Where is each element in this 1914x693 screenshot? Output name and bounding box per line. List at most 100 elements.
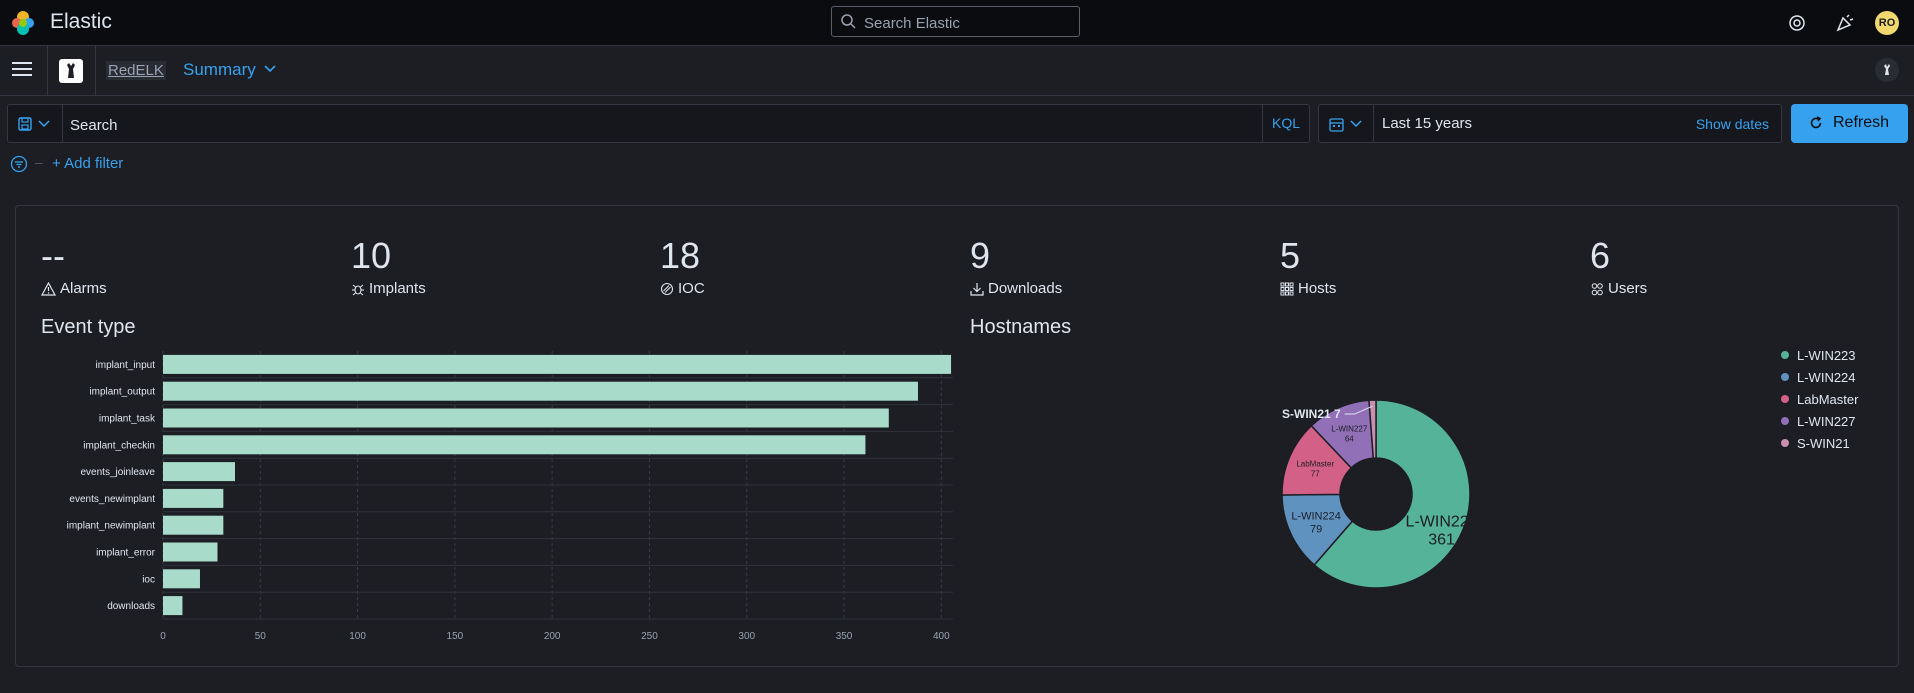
legend-item[interactable]: S-WIN21 bbox=[1781, 432, 1858, 454]
metric-users: 6 Users bbox=[1590, 235, 1647, 298]
slice-label: L-WIN224 bbox=[1291, 511, 1341, 523]
hostnames-legend: L-WIN223 L-WIN224 LabMaster L-WIN227 S-WIN21 bbox=[1781, 344, 1858, 454]
date-picker: Last 15 years Show dates bbox=[1318, 104, 1782, 143]
add-filter-button[interactable]: + Add filter bbox=[52, 155, 123, 172]
legend-item[interactable]: L-WIN223 bbox=[1781, 344, 1858, 366]
metric-label: Implants bbox=[369, 280, 426, 297]
news-icon[interactable] bbox=[1834, 12, 1856, 34]
breadcrumb-summary[interactable]: Summary bbox=[183, 60, 256, 80]
chevron-down-icon[interactable] bbox=[263, 64, 277, 74]
divider bbox=[95, 46, 96, 96]
y-tick-label: implant_output bbox=[89, 387, 155, 398]
slice-value: 77 bbox=[1311, 469, 1320, 478]
legend-swatch bbox=[1781, 439, 1789, 447]
refresh-icon bbox=[1810, 116, 1822, 129]
user-avatar[interactable]: RO bbox=[1875, 11, 1899, 35]
x-tick-label: 400 bbox=[933, 631, 950, 642]
global-search[interactable] bbox=[831, 6, 1080, 37]
bar-events_joinleave[interactable] bbox=[163, 462, 235, 482]
y-tick-label: implant_newimplant bbox=[67, 521, 156, 532]
saved-query-menu[interactable] bbox=[8, 105, 63, 142]
x-tick-label: 150 bbox=[447, 631, 464, 642]
menu-toggle-button[interactable] bbox=[12, 62, 32, 80]
y-tick-label: events_joinleave bbox=[81, 467, 156, 478]
x-tick-label: 350 bbox=[836, 631, 853, 642]
x-tick-label: 100 bbox=[349, 631, 366, 642]
x-tick-label: 250 bbox=[641, 631, 658, 642]
bug-icon bbox=[352, 284, 364, 295]
top-header: Elastic RO bbox=[0, 0, 1914, 46]
legend-item[interactable]: LabMaster bbox=[1781, 388, 1858, 410]
spaces-icon[interactable] bbox=[1875, 58, 1899, 82]
metric-value: 5 bbox=[1280, 235, 1301, 276]
slice-label: L-WIN223 bbox=[1406, 514, 1478, 531]
filter-separator: – bbox=[35, 154, 43, 170]
legend-swatch bbox=[1781, 395, 1789, 403]
legend-label: L-WIN223 bbox=[1797, 347, 1856, 363]
app-home-icon[interactable] bbox=[59, 59, 83, 83]
slice-label: LabMaster bbox=[1296, 459, 1334, 468]
bar-implant_output[interactable] bbox=[163, 381, 918, 401]
legend-label: L-WIN227 bbox=[1797, 413, 1856, 429]
quick-select-button[interactable] bbox=[1319, 105, 1374, 142]
elastic-logo-icon[interactable] bbox=[10, 10, 36, 36]
search-icon bbox=[841, 14, 856, 29]
y-tick-label: ioc bbox=[142, 574, 155, 585]
hostnames-title: Hostnames bbox=[970, 316, 1072, 338]
global-search-input[interactable] bbox=[862, 11, 1076, 35]
metric-label: Alarms bbox=[60, 280, 107, 297]
kql-toggle-button[interactable]: KQL bbox=[1262, 105, 1309, 142]
hostnames-donut-chart: L-WIN223361 L-WIN22479 LabMaster77 L-WIN227… bbox=[1281, 399, 1478, 589]
bar-downloads[interactable] bbox=[163, 596, 183, 616]
legend-item[interactable]: L-WIN227 bbox=[1781, 410, 1858, 432]
filter-menu-icon[interactable] bbox=[10, 155, 28, 173]
event-type-bar-chart: 0 50 100 150 200 250 300 350 400 implant_inputimp… bbox=[67, 351, 953, 642]
x-tick-label: 200 bbox=[544, 631, 561, 642]
refresh-label: Refresh bbox=[1833, 114, 1890, 131]
x-tick-label: 300 bbox=[738, 631, 755, 642]
bar-ioc[interactable] bbox=[163, 569, 200, 589]
legend-label: S-WIN21 bbox=[1797, 435, 1850, 451]
alert-icon bbox=[41, 281, 56, 296]
bar-implant_checkin[interactable] bbox=[163, 435, 866, 455]
legend-label: L-WIN224 bbox=[1797, 369, 1856, 385]
bar-implant_newimplant[interactable] bbox=[163, 515, 224, 535]
time-range-label[interactable]: Last 15 years bbox=[1382, 115, 1472, 132]
breadcrumb-bar: RedELK Summary bbox=[0, 46, 1914, 96]
breadcrumb-redelk[interactable]: RedELK bbox=[106, 61, 166, 80]
y-tick-label: implant_task bbox=[99, 414, 156, 425]
y-tick-label: downloads bbox=[107, 601, 155, 612]
metric-value: 6 bbox=[1590, 235, 1611, 276]
metric-implants: 10 Implants bbox=[351, 236, 426, 298]
x-tick-label: 50 bbox=[255, 631, 267, 642]
help-icon[interactable] bbox=[1786, 12, 1808, 34]
y-tick-label: implant_error bbox=[96, 548, 156, 559]
legend-label: LabMaster bbox=[1797, 391, 1859, 407]
slice-label: L-WIN227 bbox=[1331, 425, 1368, 434]
bar-implant_input[interactable] bbox=[163, 354, 952, 374]
grid-icon bbox=[1280, 282, 1294, 295]
bar-events_newimplant[interactable] bbox=[163, 488, 224, 508]
bar-implant_error[interactable] bbox=[163, 542, 218, 562]
x-tick-label: 0 bbox=[160, 631, 166, 642]
app-title[interactable]: Elastic bbox=[50, 10, 112, 34]
metric-value: 18 bbox=[660, 235, 701, 276]
slice-outer-label: S-WIN21 7 bbox=[1282, 407, 1341, 421]
legend-item[interactable]: L-WIN224 bbox=[1781, 366, 1858, 388]
metric-label: Hosts bbox=[1298, 280, 1337, 297]
bar-implant_task[interactable] bbox=[163, 408, 889, 428]
slice-value: 361 bbox=[1428, 532, 1455, 549]
metric-value: -- bbox=[41, 235, 65, 276]
query-input[interactable] bbox=[68, 113, 1072, 137]
slice-value: 64 bbox=[1345, 435, 1354, 444]
legend-swatch bbox=[1781, 417, 1789, 425]
y-tick-label: implant_input bbox=[96, 360, 156, 371]
refresh-button[interactable]: Refresh bbox=[1791, 104, 1908, 143]
legend-swatch bbox=[1781, 351, 1789, 359]
chevron-down-icon bbox=[38, 120, 50, 128]
metric-alarms: -- Alarms bbox=[41, 236, 107, 297]
dashboard-panel: -- Alarms 10 Implants 18 IOC 9 Downloads… bbox=[15, 205, 1899, 667]
metric-ioc: 18 IOC bbox=[660, 235, 705, 298]
metric-label: Downloads bbox=[988, 280, 1063, 297]
show-dates-link[interactable]: Show dates bbox=[1696, 116, 1769, 132]
